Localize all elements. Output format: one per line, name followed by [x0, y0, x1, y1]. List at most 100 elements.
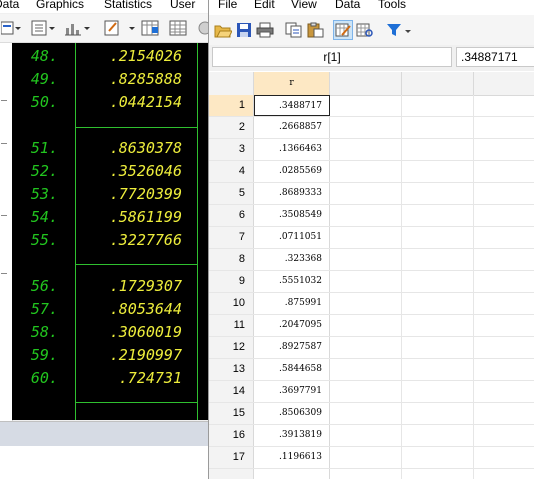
table-row[interactable]: 14.3697791	[209, 381, 534, 403]
row-number[interactable]: 9	[209, 271, 254, 292]
table-row[interactable]: 1.3488717	[209, 95, 534, 117]
cell-r[interactable]	[254, 469, 330, 479]
open-icon[interactable]	[213, 20, 233, 40]
empty-cell[interactable]	[330, 403, 402, 424]
table-row[interactable]: 6.3508549	[209, 205, 534, 227]
empty-cell[interactable]	[330, 293, 402, 314]
row-number[interactable]: 1	[209, 95, 254, 116]
empty-cell[interactable]	[330, 205, 402, 226]
empty-cell[interactable]	[402, 403, 474, 424]
row-number[interactable]: 12	[209, 337, 254, 358]
cell-r[interactable]: .5844658	[254, 359, 330, 380]
row-number[interactable]: 17	[209, 447, 254, 468]
empty-cell[interactable]	[402, 117, 474, 138]
empty-cell[interactable]	[330, 425, 402, 446]
cell-r[interactable]: .1366463	[254, 139, 330, 160]
edit-mode-icon[interactable]	[333, 20, 353, 40]
table-row[interactable]: 12.8927587	[209, 337, 534, 359]
menu-data[interactable]: Data	[335, 0, 360, 11]
row-number[interactable]: 3	[209, 139, 254, 160]
menu-data[interactable]: Data	[0, 0, 19, 11]
empty-cell[interactable]	[330, 469, 402, 479]
row-number[interactable]: 7	[209, 227, 254, 248]
data-browser-icon[interactable]	[168, 18, 190, 38]
empty-cell[interactable]	[330, 315, 402, 336]
table-row[interactable]: 4.0285569	[209, 161, 534, 183]
table-row[interactable]: 3.1366463	[209, 139, 534, 161]
empty-cell[interactable]	[330, 183, 402, 204]
row-number[interactable]	[209, 469, 254, 479]
empty-cell[interactable]	[330, 161, 402, 182]
cell-r[interactable]: .2668857	[254, 117, 330, 138]
empty-cell[interactable]	[330, 139, 402, 160]
cell-r[interactable]: .0285569	[254, 161, 330, 182]
empty-cell[interactable]	[330, 447, 402, 468]
browse-mode-icon[interactable]	[355, 20, 375, 40]
column-header-empty[interactable]	[402, 72, 474, 95]
empty-cell[interactable]	[402, 205, 474, 226]
empty-cell[interactable]	[402, 315, 474, 336]
empty-cell[interactable]	[402, 359, 474, 380]
empty-cell[interactable]	[330, 359, 402, 380]
menu-tools[interactable]: Tools	[378, 0, 406, 11]
empty-cell[interactable]	[402, 95, 474, 116]
empty-cell[interactable]	[402, 381, 474, 402]
empty-cell[interactable]	[402, 139, 474, 160]
do-file-editor-icon[interactable]	[103, 18, 123, 38]
empty-cell[interactable]	[330, 227, 402, 248]
menu-edit[interactable]: Edit	[254, 0, 275, 11]
empty-cell[interactable]	[402, 271, 474, 292]
data-editor-edit-icon[interactable]	[140, 18, 162, 38]
table-row[interactable]: 16.3913819	[209, 425, 534, 447]
empty-cell[interactable]	[402, 425, 474, 446]
cell-r[interactable]: .3697791	[254, 381, 330, 402]
menu-file[interactable]: File	[218, 0, 237, 11]
empty-cell[interactable]	[330, 381, 402, 402]
print-icon[interactable]	[255, 20, 275, 40]
cell-r[interactable]: .5551032	[254, 271, 330, 292]
empty-cell[interactable]	[330, 271, 402, 292]
viewer-icon[interactable]	[30, 18, 56, 38]
row-number[interactable]: 4	[209, 161, 254, 182]
cell-r[interactable]: .8506309	[254, 403, 330, 424]
cell-r[interactable]: .3488717	[254, 95, 330, 116]
table-row[interactable]: 2.2668857	[209, 117, 534, 139]
cell-r[interactable]: .0711051	[254, 227, 330, 248]
graph-icon[interactable]	[62, 18, 92, 38]
empty-cell[interactable]	[330, 249, 402, 270]
cell-r[interactable]: .8689333	[254, 183, 330, 204]
paste-icon[interactable]	[305, 20, 325, 40]
cell-r[interactable]: .3913819	[254, 425, 330, 446]
empty-cell[interactable]	[402, 337, 474, 358]
data-grid[interactable]: r 1.3488717 2.2668857 3.1366463 4.0285569 5.…	[209, 72, 534, 479]
table-row[interactable]: 9.5551032	[209, 271, 534, 293]
save-icon[interactable]	[234, 20, 254, 40]
empty-cell[interactable]	[402, 227, 474, 248]
row-number[interactable]: 10	[209, 293, 254, 314]
cell-r[interactable]: .1196613	[254, 447, 330, 468]
empty-cell[interactable]	[402, 469, 474, 479]
table-row[interactable]: 8.323368	[209, 249, 534, 271]
row-number[interactable]: 15	[209, 403, 254, 424]
table-row[interactable]: 11.2047095	[209, 315, 534, 337]
cell-r[interactable]: .3508549	[254, 205, 330, 226]
empty-cell[interactable]	[330, 337, 402, 358]
empty-cell[interactable]	[402, 293, 474, 314]
cell-r[interactable]: .875991	[254, 293, 330, 314]
empty-cell[interactable]	[330, 117, 402, 138]
menu-graphics[interactable]: Graphics	[36, 0, 84, 11]
cell-r[interactable]: .323368	[254, 249, 330, 270]
copy-icon[interactable]	[284, 20, 304, 40]
dropdown-arrow-icon[interactable]	[402, 20, 414, 40]
empty-cell[interactable]	[330, 95, 402, 116]
table-row[interactable]: 10.875991	[209, 293, 534, 315]
empty-cell[interactable]	[402, 249, 474, 270]
row-number[interactable]: 6	[209, 205, 254, 226]
filter-icon[interactable]	[384, 20, 404, 40]
menu-view[interactable]: View	[291, 0, 317, 11]
command-window[interactable]	[0, 446, 210, 479]
row-number[interactable]: 13	[209, 359, 254, 380]
menu-user[interactable]: User	[170, 0, 195, 11]
empty-cell[interactable]	[402, 183, 474, 204]
cell-value-input[interactable]: .34887171	[456, 47, 534, 67]
